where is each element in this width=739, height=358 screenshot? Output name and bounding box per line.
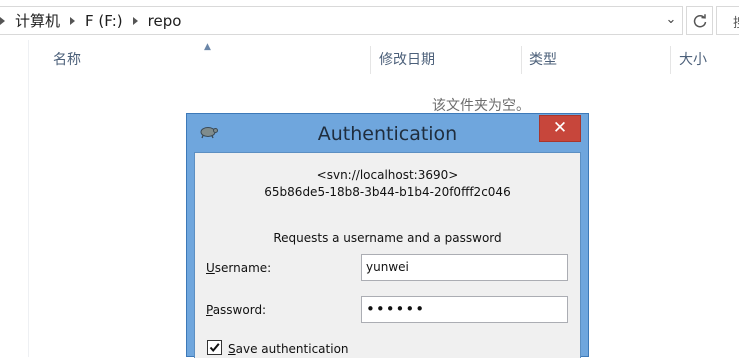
- password-accesskey: P: [206, 303, 213, 317]
- column-divider[interactable]: [521, 46, 522, 74]
- search-placeholder: 搜: [733, 12, 739, 31]
- breadcrumb-separator-icon[interactable]: [0, 16, 5, 25]
- username-accesskey: U: [206, 261, 215, 275]
- refresh-icon: [693, 14, 707, 28]
- column-divider[interactable]: [670, 46, 671, 74]
- save-auth-accesskey: S: [228, 342, 236, 356]
- username-input[interactable]: yunwei: [361, 254, 568, 281]
- sort-ascending-icon: ▲: [204, 42, 211, 52]
- breadcrumb-separator-icon[interactable]: [70, 16, 76, 25]
- close-icon: ✕: [552, 118, 568, 138]
- breadcrumb-drive[interactable]: F (F:): [83, 12, 125, 30]
- save-authentication-checkbox[interactable]: [207, 340, 222, 355]
- password-label-text: assword:: [212, 303, 267, 317]
- column-divider[interactable]: [370, 46, 371, 74]
- refresh-button[interactable]: [686, 6, 713, 35]
- column-headers: ▲ 名称 修改日期 类型 大小: [30, 42, 739, 76]
- dialog-title: Authentication: [317, 123, 458, 145]
- password-label: Password:: [206, 303, 266, 317]
- auth-prompt: Requests a username and a password: [273, 231, 502, 245]
- breadcrumb-computer[interactable]: 计算机: [13, 10, 62, 31]
- save-authentication-label[interactable]: Save authentication: [228, 342, 349, 356]
- chevron-down-icon[interactable]: ⌄: [664, 13, 678, 27]
- column-name[interactable]: 名称: [53, 44, 81, 76]
- save-auth-label-text: ave authentication: [235, 342, 349, 356]
- column-modified-date[interactable]: 修改日期: [379, 44, 435, 76]
- empty-folder-message: 该文件夹为空。: [432, 98, 530, 114]
- checkmark-icon: [209, 343, 220, 353]
- breadcrumb-separator-icon[interactable]: [132, 16, 138, 25]
- password-input[interactable]: ••••••: [361, 296, 568, 323]
- username-label: Username:: [206, 261, 271, 275]
- realm-uuid: 65b86de5-18b8-3b44-b1b4-20f0fff2c046: [264, 185, 511, 199]
- authentication-dialog: Authentication ✕ <svn://localhost:3690> …: [186, 113, 589, 358]
- column-size[interactable]: 大小: [679, 44, 707, 76]
- dialog-body: <svn://localhost:3690> 65b86de5-18b8-3b4…: [194, 152, 581, 358]
- realm-url: <svn://localhost:3690>: [316, 168, 459, 182]
- breadcrumb-repo[interactable]: repo: [146, 12, 184, 30]
- navigation-pane-divider: [28, 40, 29, 357]
- breadcrumb: 计算机 F (F:) repo: [0, 7, 183, 34]
- address-bar[interactable]: 计算机 F (F:) repo ⌄: [0, 6, 683, 35]
- search-box[interactable]: 搜: [716, 6, 739, 35]
- column-type[interactable]: 类型: [529, 44, 557, 76]
- close-button[interactable]: ✕: [539, 115, 581, 142]
- dialog-title-bar[interactable]: Authentication ✕: [187, 114, 588, 152]
- username-label-text: sername:: [214, 261, 272, 275]
